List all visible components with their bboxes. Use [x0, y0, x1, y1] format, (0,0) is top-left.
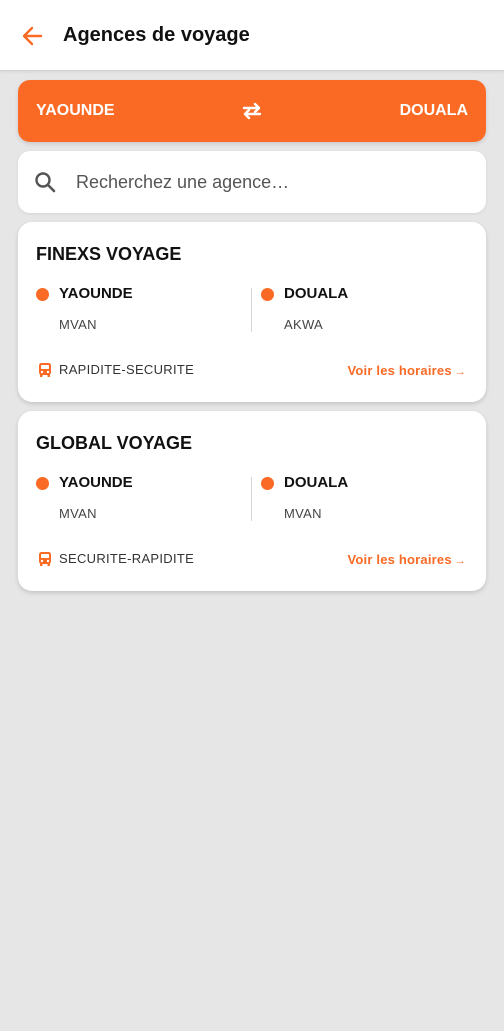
view-schedules-label: Voir les horaires	[347, 552, 452, 567]
route-selector: YAOUNDE DOUALA	[18, 80, 486, 142]
back-button[interactable]	[18, 22, 46, 50]
bus-icon	[39, 552, 51, 566]
arrival-city: DOUALA	[284, 285, 349, 302]
agency-tagline: RAPIDITE-SECURITE	[59, 362, 195, 377]
departure-city: YAOUNDE	[59, 285, 133, 302]
departure-dot-icon	[36, 288, 49, 301]
search-icon	[35, 172, 56, 193]
arrival-area: MVAN	[284, 506, 322, 521]
departure-area: MVAN	[59, 506, 97, 521]
view-schedules-label: Voir les horaires	[347, 363, 452, 378]
arrival-dot-icon	[261, 288, 274, 301]
swap-horizontal-icon	[242, 102, 262, 120]
page-title: Agences de voyage	[63, 24, 250, 46]
departure-city: YAOUNDE	[59, 474, 133, 491]
route-origin[interactable]: YAOUNDE	[36, 101, 115, 121]
route-destination[interactable]: DOUALA	[400, 101, 468, 121]
arrow-right-icon: →	[454, 555, 466, 567]
agency-card[interactable]: GLOBAL VOYAGE YAOUNDE MVAN DOUALA MVAN S…	[18, 411, 486, 591]
search-input[interactable]	[76, 167, 466, 197]
departure-area: MVAN	[59, 317, 97, 332]
arrival-city: DOUALA	[284, 474, 349, 491]
divider	[251, 288, 252, 332]
view-schedules-link[interactable]: Voir les horaires →	[347, 551, 466, 570]
agency-tagline: SECURITE-RAPIDITE	[59, 551, 195, 566]
departure-dot-icon	[36, 477, 49, 490]
agency-name: GLOBAL VOYAGE	[36, 433, 193, 453]
swap-route-button[interactable]	[238, 99, 266, 123]
view-schedules-link[interactable]: Voir les horaires →	[347, 362, 466, 381]
arrow-right-icon: →	[454, 366, 466, 378]
agency-name: FINEXS VOYAGE	[36, 244, 182, 264]
arrival-dot-icon	[261, 477, 274, 490]
divider	[251, 477, 252, 521]
bus-icon	[39, 363, 51, 377]
arrow-left-icon	[22, 26, 43, 46]
app-bar: Agences de voyage	[0, 0, 504, 71]
agency-card[interactable]: FINEXS VOYAGE YAOUNDE MVAN DOUALA AKWA R…	[18, 222, 486, 402]
search-box	[18, 151, 486, 213]
arrival-area: AKWA	[284, 317, 324, 332]
